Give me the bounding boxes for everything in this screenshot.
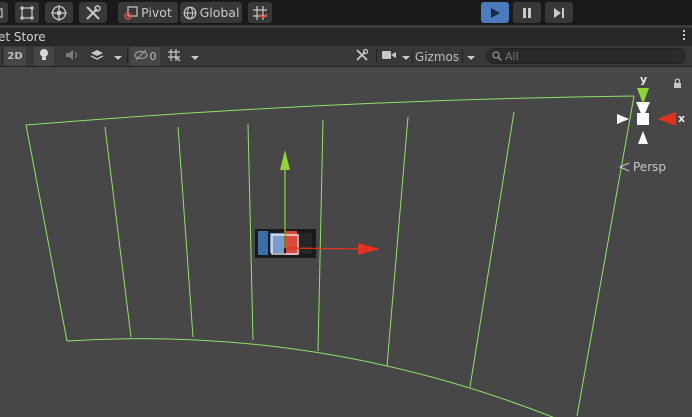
- layers-icon: [90, 49, 104, 64]
- play-button[interactable]: [481, 2, 509, 23]
- search-input[interactable]: [505, 49, 665, 63]
- camera-dropdown[interactable]: [400, 47, 412, 66]
- rect-transform-tool-button[interactable]: [15, 2, 39, 23]
- pivot-label: Pivot: [141, 5, 172, 20]
- effects-dropdown[interactable]: [112, 47, 124, 66]
- separator: [376, 49, 377, 63]
- scene-visibility-toggle[interactable]: 0: [130, 47, 160, 66]
- grid-snap-icon: [252, 5, 268, 21]
- projection-label[interactable]: Persp: [633, 160, 666, 174]
- kebab-menu-icon[interactable]: [682, 30, 686, 42]
- rect-tool-button[interactable]: [0, 2, 8, 23]
- scene-toolbar: 2D 0 Gizmos All: [0, 46, 692, 67]
- play-icon: [489, 7, 501, 19]
- grid-icon: [167, 48, 181, 65]
- scene-search-field[interactable]: [486, 48, 686, 64]
- chevron-down-icon: [114, 50, 122, 64]
- scene-canvas: [25, 78, 681, 417]
- gizmos-toggle[interactable]: Gizmos: [413, 47, 461, 66]
- separator: [462, 49, 463, 63]
- tools-icon: [84, 4, 102, 22]
- hidden-count: 0: [149, 50, 157, 63]
- separator: [2, 49, 3, 63]
- chevron-down-icon: [191, 50, 199, 64]
- hidden-eye-icon: [133, 49, 148, 64]
- main-toolbar: Pivot Global: [0, 0, 692, 25]
- 2d-toggle[interactable]: 2D: [4, 47, 26, 66]
- rect-tool-icon: [0, 7, 6, 19]
- gizmos-label: Gizmos: [414, 49, 460, 64]
- chevron-down-icon: [467, 50, 475, 64]
- camera-settings-button[interactable]: [378, 47, 400, 66]
- effects-toggle[interactable]: [87, 47, 107, 66]
- tab-bar: et Store: [0, 28, 692, 46]
- lightbulb-icon: [38, 48, 50, 65]
- globe-icon: [183, 6, 197, 20]
- curved-mesh-wireframe: [25, 95, 635, 417]
- scene-viewport[interactable]: [0, 67, 692, 417]
- tab-asset-store[interactable]: et Store: [0, 28, 46, 46]
- grid-snapping-button[interactable]: [248, 2, 272, 23]
- rect-transform-icon: [19, 5, 35, 21]
- global-label: Global: [199, 5, 240, 20]
- gizmos-dropdown[interactable]: [464, 47, 478, 66]
- tools-icon: [355, 48, 369, 65]
- pivot-toggle[interactable]: Pivot: [118, 2, 178, 23]
- grid-dropdown[interactable]: [189, 47, 201, 66]
- gizmo-y-label: y: [640, 73, 648, 86]
- pause-icon: [521, 7, 533, 19]
- scene-tools-button[interactable]: [352, 47, 372, 66]
- lighting-toggle[interactable]: [34, 47, 54, 66]
- speaker-icon: [65, 49, 79, 64]
- custom-tools-button[interactable]: [79, 2, 107, 23]
- transform-icon: [50, 4, 68, 22]
- transform-tool-button[interactable]: [45, 2, 73, 23]
- search-icon: [492, 51, 502, 61]
- global-toggle[interactable]: Global: [180, 2, 242, 23]
- separator: [127, 49, 128, 63]
- pause-button[interactable]: [513, 2, 541, 23]
- audio-toggle[interactable]: [62, 47, 82, 66]
- step-button[interactable]: [545, 2, 573, 23]
- pivot-icon: [124, 5, 138, 20]
- camera-icon: [381, 49, 397, 64]
- step-icon: [553, 7, 565, 19]
- chevron-down-icon: [402, 50, 410, 64]
- grid-toggle[interactable]: [164, 47, 184, 66]
- lock-icon[interactable]: [674, 78, 681, 88]
- 2d-label: 2D: [7, 51, 23, 62]
- gizmo-x-label: x: [678, 112, 686, 125]
